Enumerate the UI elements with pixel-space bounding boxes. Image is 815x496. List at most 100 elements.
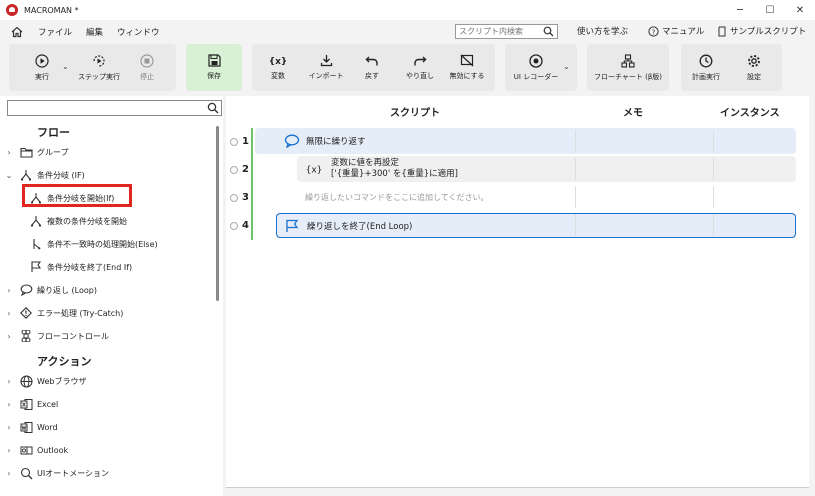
chevron-right-icon[interactable]: › [0,446,18,455]
branch-icon [28,213,44,229]
row-select-radio[interactable] [230,138,238,146]
action-section-header: アクション [37,355,92,368]
menu-file[interactable]: ファイル [38,26,72,38]
script-row[interactable]: 3 繰り返したいコマンドをここに追加してください。 [226,184,809,212]
end-loop-command[interactable]: 繰り返しを終了(End Loop) [276,213,796,238]
settings-button[interactable]: 設定 [734,44,774,91]
title-bar: MACROMAN * ─ ☐ ✕ [0,0,815,20]
sample-scripts-link[interactable]: サンプルスクリプト [717,25,806,37]
save-button[interactable]: 保存 [186,44,242,91]
flow-section-header: フロー [37,126,70,139]
script-search[interactable] [455,24,558,39]
row-select-radio[interactable] [230,166,238,174]
close-button[interactable]: ✕ [785,0,815,20]
script-icon [718,26,726,36]
column-divider [575,186,576,208]
home-icon[interactable] [10,25,24,39]
row-number: 3 [242,192,249,203]
search-icon[interactable] [543,26,554,37]
ui-recorder-button[interactable]: UI レコーダー [508,44,564,91]
menu-edit[interactable]: 編集 [86,26,103,38]
manual-link[interactable]: ? マニュアル [648,25,704,37]
recorder-dropdown-chevron-icon[interactable]: ⌄ [563,62,570,71]
script-row[interactable]: 4 繰り返しを終了(End Loop) [226,212,809,240]
flag-icon [286,219,299,232]
learn-link[interactable]: 使い方を学ぶ [577,25,628,37]
import-button[interactable]: インポート [304,44,348,91]
column-divider [713,214,714,236]
loop-icon [18,282,34,298]
redo-icon [414,56,427,65]
loop-command[interactable]: 無限に繰り返す [255,128,796,154]
chevron-right-icon[interactable]: › [0,148,18,157]
step-run-icon [93,54,105,67]
flag-icon [28,259,44,275]
run-button[interactable]: 実行 [22,44,62,91]
svg-text:?: ? [652,28,656,36]
chevron-right-icon[interactable]: › [0,286,18,295]
sidebar-item-loop[interactable]: › 繰り返し (Loop) [0,279,210,301]
column-divider [713,158,714,180]
sidebar-search-input[interactable] [7,100,222,116]
sidebar-item-ui-automation[interactable]: › UIオートメーション [0,462,210,484]
chevron-right-icon[interactable]: › [0,423,18,432]
redo-button[interactable]: やり直し [400,44,440,91]
error-icon [18,305,34,321]
sidebar-item-group[interactable]: › グループ [0,141,210,163]
row-select-radio[interactable] [230,222,238,230]
undo-button[interactable]: 戻す [356,44,388,91]
branch-icon [18,167,34,183]
flowchart-button[interactable]: フローチャート (β版) [587,44,669,91]
chevron-right-icon[interactable]: › [0,400,18,409]
stop-icon [140,53,154,68]
column-divider [713,130,714,152]
chevron-right-icon[interactable]: › [0,377,18,386]
column-header-instance: インスタンス [720,108,780,119]
menu-bar: ファイル 編集 ウィンドウ 使い方を学ぶ ? マニュアル サンプルスクリプト [0,20,815,44]
set-variable-command[interactable]: {x} 変数に値を再設定 ['{重量}+300' を{重量}に適用] [297,156,796,182]
flowchart-icon [621,53,635,68]
row-select-radio[interactable] [230,194,238,202]
folder-icon [18,144,34,160]
maximize-button[interactable]: ☐ [755,0,785,20]
row-status-bar [251,156,253,184]
chevron-down-icon[interactable]: ⌄ [0,171,18,180]
script-row[interactable]: 2 {x} 変数に値を再設定 ['{重量}+300' を{重量}に適用] [226,156,809,184]
column-divider [575,214,576,236]
disable-button[interactable]: 無効にする [444,44,490,91]
step-run-button[interactable]: ステップ実行 [76,44,122,91]
app-logo-icon [6,4,18,16]
row-number: 1 [242,136,249,147]
run-dropdown-chevron-icon[interactable]: ⌄ [62,62,69,71]
script-row[interactable]: 1 無限に繰り返す [226,128,809,156]
loop-icon [284,134,300,148]
window-title: MACROMAN * [24,5,79,15]
menu-window[interactable]: ウィンドウ [117,26,160,38]
sidebar-item-multi-if[interactable]: 複数の条件分岐を開始 [0,210,210,232]
sidebar-item-outlook[interactable]: › Outlook [0,439,210,461]
chevron-right-icon[interactable]: › [0,309,18,318]
script-search-input[interactable] [456,27,538,36]
gear-icon [748,54,760,67]
ribbon-toolbar: 実行 ⌄ ステップ実行 停止 保存 {x} 変数 インポート 戻す やり直し 無… [0,44,815,92]
undo-icon [365,56,378,65]
minimize-button[interactable]: ─ [725,0,755,20]
sidebar-item-end-if[interactable]: 条件分岐を終了(End If) [0,256,210,278]
sidebar-scrollbar[interactable] [216,126,219,301]
sidebar-item-word[interactable]: › Word [0,416,210,438]
window-controls: ─ ☐ ✕ [725,0,815,20]
search-icon[interactable] [207,102,219,114]
sidebar-item-excel[interactable]: › Excel [0,393,210,415]
sidebar-item-web-browser[interactable]: › Webブラウザ [0,370,210,392]
save-icon [207,54,221,67]
sidebar-item-flow-control[interactable]: › フローコントロール [0,325,210,347]
variable-button[interactable]: {x} 変数 [258,44,298,91]
column-divider [575,130,576,152]
sidebar-item-else[interactable]: 条件不一致時の処理開始(Else) [0,233,210,255]
stop-button[interactable]: 停止 [128,44,166,91]
chevron-right-icon[interactable]: › [0,469,18,478]
scheduled-run-button[interactable]: 計画実行 [684,44,728,91]
chevron-right-icon[interactable]: › [0,332,18,341]
sidebar-item-if[interactable]: ⌄ 条件分岐 (IF) [0,164,210,186]
sidebar-item-try-catch[interactable]: › エラー処理 (Try-Catch) [0,302,210,324]
